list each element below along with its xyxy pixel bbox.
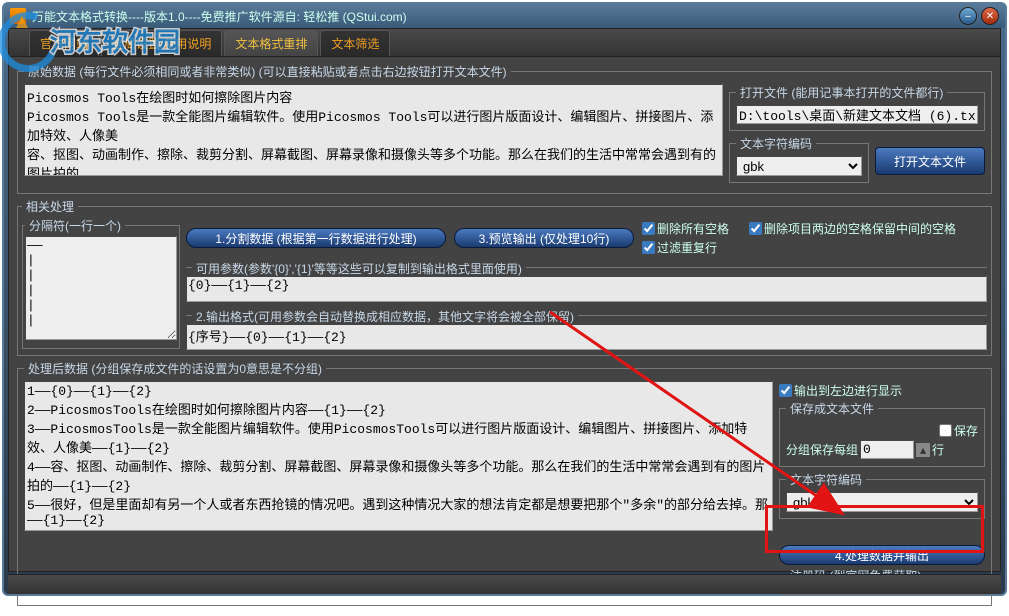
app-icon xyxy=(10,8,26,24)
tab-filter[interactable]: 文本筛选 xyxy=(320,30,390,56)
splitsave-label: 分组保存每组 xyxy=(786,441,858,458)
chk-trim-all[interactable]: 删除所有空格 xyxy=(642,220,729,237)
group-save: 保存成文本文件 保存 分组保存每组 ▴ 行 xyxy=(779,400,985,467)
client-area: 官方网站 全局设置/使用说明 文本格式重排 文本筛选 原始数据 (每行文件必须相… xyxy=(8,28,1001,572)
processed-textarea[interactable]: 1——{0}——{1}——{2} 2——PicosmosTools在绘图时如何擦… xyxy=(24,381,773,531)
titlebar: 万能文本格式转换----版本1.0----免费推广软件源自: 轻松推 (QStu… xyxy=(4,4,1005,28)
enc2-legend: 文本字符编码 xyxy=(786,471,866,488)
group-separator: 分隔符(一行一个) —— | | | | | xyxy=(22,217,180,349)
group-related: 相关处理 分隔符(一行一个) —— | | | | | 1.分割数据 (根据第一… xyxy=(17,198,992,356)
splitsave-input[interactable] xyxy=(860,440,914,459)
group-processed: 处理后数据 (分组保存成文件的话设置为0意思是不分组) 1——{0}——{1}—… xyxy=(17,360,992,606)
group-original-legend: 原始数据 (每行文件必须相同或者非常类似) (可以直接粘贴或者点击右边按钮打开文… xyxy=(24,63,511,80)
chk-trim-keep[interactable]: 删除项目两边的空格保留中间的空格 xyxy=(749,220,956,237)
sep-legend: 分隔符(一行一个) xyxy=(25,217,125,234)
statusbar xyxy=(8,574,1001,594)
param-label: 可用参数(参数'{0}','{1}'等等这些可以复制到输出格式里面使用) xyxy=(192,260,526,277)
openfile-legend: 打开文件 (能用记事本打开的文件都行) xyxy=(736,84,947,101)
chk-save[interactable]: 保存 xyxy=(786,422,978,439)
process-button[interactable]: 4.处理数据并输出 xyxy=(779,545,985,565)
param-textarea[interactable]: {0}——{1}——{2} xyxy=(186,276,987,302)
tab-content: 原始数据 (每行文件必须相同或者非常类似) (可以直接粘贴或者点击右边按钮打开文… xyxy=(9,57,1000,616)
save-legend: 保存成文本文件 xyxy=(786,400,878,417)
close-button[interactable]: ✕ xyxy=(981,7,999,25)
open-file-button[interactable]: 打开文本文件 xyxy=(875,147,985,175)
chk-dedup[interactable]: 过滤重复行 xyxy=(642,239,956,256)
group-original: 原始数据 (每行文件必须相同或者非常类似) (可以直接粘贴或者点击右边按钮打开文… xyxy=(17,63,992,194)
group-enc2: 文本字符编码 gbk xyxy=(779,471,985,519)
original-textarea[interactable]: Picosmos Tools在绘图时如何擦除图片内容 Picosmos Tool… xyxy=(24,84,723,176)
minimize-button[interactable]: – xyxy=(959,7,977,25)
filepath-input[interactable] xyxy=(736,105,978,124)
outfmt-textarea[interactable]: {序号}——{0}——{1}——{2} xyxy=(186,324,987,350)
group-openfile: 打开文件 (能用记事本打开的文件都行) xyxy=(729,84,985,131)
separator-list[interactable]: —— | | | | | xyxy=(25,236,177,340)
encoding-select[interactable]: gbk xyxy=(736,156,862,176)
splitsave-unit: 行 xyxy=(932,441,944,458)
window-title: 万能文本格式转换----版本1.0----免费推广软件源自: 轻松推 (QStu… xyxy=(32,8,407,25)
outfmt-label: 2.输出格式(可用参数会自动替换成相应数据，其他文字将会被全部保留) xyxy=(192,308,578,325)
chk-rtl[interactable]: 输出到左边进行显示 xyxy=(779,382,985,399)
tabstrip: 官方网站 全局设置/使用说明 文本格式重排 文本筛选 xyxy=(9,29,1000,57)
app-window: 万能文本格式转换----版本1.0----免费推广软件源自: 轻松推 (QStu… xyxy=(2,2,1007,596)
encoding-legend: 文本字符编码 xyxy=(736,135,816,152)
tab-official[interactable]: 官方网站 xyxy=(29,30,99,56)
tab-reformat[interactable]: 文本格式重排 xyxy=(224,30,318,56)
tab-settings[interactable]: 全局设置/使用说明 xyxy=(101,30,222,56)
split-button[interactable]: 1.分割数据 (根据第一行数据进行处理) xyxy=(186,228,446,248)
related-legend: 相关处理 xyxy=(22,198,78,215)
group-encoding: 文本字符编码 gbk xyxy=(729,135,869,183)
spinner-icon[interactable]: ▴ xyxy=(916,443,930,457)
preview-button[interactable]: 3.预览输出 (仅处理10行) xyxy=(454,228,634,248)
enc2-select[interactable]: gbk xyxy=(786,492,978,512)
proc-legend: 处理后数据 (分组保存成文件的话设置为0意思是不分组) xyxy=(24,360,326,377)
